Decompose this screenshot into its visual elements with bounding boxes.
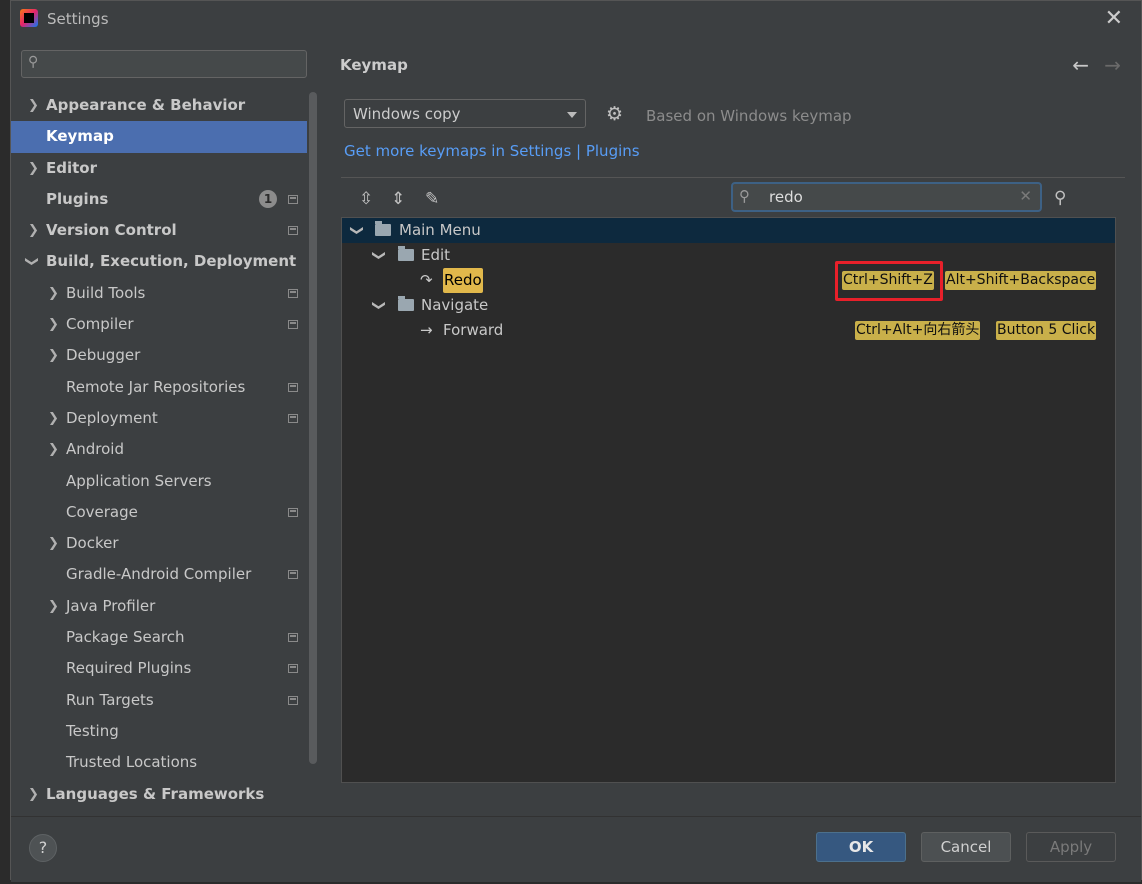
sidebar-item-run-targets[interactable]: Run Targets	[11, 685, 307, 716]
tree-row-edit[interactable]: ❯ Edit	[342, 243, 1115, 268]
chevron-down-icon[interactable]: ❯	[344, 225, 369, 236]
sidebar-item-package-search[interactable]: Package Search	[11, 622, 307, 653]
sidebar-item-compiler[interactable]: ❯ Compiler	[11, 309, 307, 340]
clear-icon[interactable]: ✕	[1019, 187, 1032, 205]
tree-row-redo[interactable]: ↷ Redo Ctrl+Shift+Z Alt+Shift+Backspace	[342, 268, 1115, 293]
settings-sidebar: ⚲ ❯ Appearance & Behavior Keymap ❯ Edito…	[11, 37, 319, 816]
project-level-icon	[288, 382, 298, 392]
sidebar-item-coverage[interactable]: Coverage	[11, 497, 307, 528]
divider	[341, 177, 1125, 178]
folder-icon	[398, 243, 414, 268]
sidebar-item-build-execution-deployment[interactable]: ❯ Build, Execution, Deployment	[11, 246, 307, 277]
get-more-keymaps-link[interactable]: Get more keymaps in Settings | Plugins	[344, 142, 640, 160]
project-level-icon	[288, 194, 298, 204]
dropdown-caret-icon	[567, 112, 577, 118]
project-level-icon	[288, 664, 298, 674]
chevron-right-icon[interactable]: ❯	[28, 153, 39, 184]
shortcut-badge: Button 5 Click	[996, 321, 1097, 340]
chevron-down-icon[interactable]: ❯	[366, 250, 391, 261]
redo-icon: ↷	[420, 271, 433, 289]
gear-icon[interactable]: ⚙	[606, 103, 623, 125]
sidebar-search-input[interactable]: ⚲	[21, 50, 307, 78]
chevron-down-icon[interactable]: ❯	[16, 257, 47, 268]
sidebar-item-required-plugins[interactable]: Required Plugins	[11, 653, 307, 684]
keymap-panel: Keymap ← → Windows copy ⚙ Based on Windo…	[319, 37, 1141, 816]
chevron-right-icon[interactable]: ❯	[48, 309, 59, 340]
based-on-label: Based on Windows keymap	[646, 107, 852, 125]
project-level-icon	[288, 288, 298, 298]
sidebar-item-deployment[interactable]: ❯ Deployment	[11, 403, 307, 434]
window-title: Settings	[47, 10, 109, 28]
tree-row-navigate[interactable]: ❯ Navigate	[342, 293, 1115, 318]
chevron-right-icon[interactable]: ❯	[28, 779, 39, 810]
collapse-all-icon[interactable]: ⇕	[391, 189, 405, 209]
title-bar: Settings ✕	[11, 1, 1141, 37]
folder-icon	[375, 218, 391, 243]
chevron-right-icon[interactable]: ❯	[48, 591, 59, 622]
sidebar-item-editor[interactable]: ❯ Editor	[11, 153, 307, 184]
sidebar-item-plugins[interactable]: Plugins 1	[11, 184, 307, 215]
cancel-button[interactable]: Cancel	[921, 832, 1011, 862]
project-level-icon	[288, 570, 298, 580]
keymap-select[interactable]: Windows copy	[344, 99, 586, 128]
chevron-right-icon[interactable]: ❯	[28, 90, 39, 121]
chevron-down-icon[interactable]: ❯	[366, 300, 391, 311]
sidebar-item-keymap[interactable]: Keymap	[11, 121, 307, 153]
sidebar-item-application-servers[interactable]: Application Servers	[11, 466, 307, 497]
search-icon: ⚲	[28, 54, 39, 70]
chevron-right-icon[interactable]: ❯	[48, 434, 59, 465]
chevron-right-icon[interactable]: ❯	[48, 278, 59, 309]
sidebar-scrollbar[interactable]	[309, 92, 317, 764]
dialog-footer: ? OK Cancel Apply	[11, 816, 1141, 882]
forward-arrow-icon[interactable]: →	[1104, 53, 1121, 77]
tree-row-main-menu[interactable]: ❯ Main Menu	[342, 218, 1115, 243]
sidebar-item-debugger[interactable]: ❯ Debugger	[11, 340, 307, 371]
edit-shortcut-icon[interactable]: ✎	[425, 189, 439, 209]
sidebar-item-version-control[interactable]: ❯ Version Control	[11, 215, 307, 246]
update-count-badge: 1	[259, 189, 277, 208]
chevron-right-icon[interactable]: ❯	[48, 528, 59, 559]
help-button[interactable]: ?	[29, 834, 57, 862]
ok-button[interactable]: OK	[816, 832, 906, 862]
expand-all-icon[interactable]: ⇳	[359, 189, 373, 209]
sidebar-item-testing[interactable]: Testing	[11, 716, 307, 747]
keymap-action-tree: ❯ Main Menu ❯ Edit ↷ Redo Ctrl+Shift+Z A…	[341, 217, 1116, 783]
close-icon[interactable]: ✕	[1105, 6, 1123, 31]
sidebar-item-remote-jar-repositories[interactable]: Remote Jar Repositories	[11, 372, 307, 403]
settings-tree: ❯ Appearance & Behavior Keymap ❯ Editor …	[11, 90, 307, 810]
back-arrow-icon[interactable]: ←	[1072, 53, 1089, 77]
project-level-icon	[288, 633, 298, 643]
project-level-icon	[288, 413, 298, 423]
search-icon: ⚲	[739, 187, 750, 205]
sidebar-item-languages-frameworks[interactable]: ❯ Languages & Frameworks	[11, 779, 307, 810]
project-level-icon	[288, 320, 298, 330]
folder-icon	[398, 293, 414, 318]
project-level-icon	[288, 226, 298, 236]
sidebar-item-trusted-locations[interactable]: Trusted Locations	[11, 747, 307, 778]
shortcut-badge: Alt+Shift+Backspace	[945, 271, 1097, 290]
forward-arrow-icon: →	[420, 321, 433, 339]
find-by-shortcut-icon[interactable]: ⚲	[1054, 188, 1066, 208]
chevron-right-icon[interactable]: ❯	[28, 215, 39, 246]
page-title: Keymap	[340, 56, 408, 74]
sidebar-item-build-tools[interactable]: ❯ Build Tools	[11, 278, 307, 309]
keymap-search-input[interactable]: ⚲ redo ✕	[731, 182, 1042, 212]
sidebar-item-java-profiler[interactable]: ❯ Java Profiler	[11, 591, 307, 622]
sidebar-item-docker[interactable]: ❯ Docker	[11, 528, 307, 559]
chevron-right-icon[interactable]: ❯	[48, 340, 59, 371]
project-level-icon	[288, 507, 298, 517]
shortcut-badge: Ctrl+Alt+向右箭头	[855, 321, 981, 340]
chevron-right-icon[interactable]: ❯	[48, 403, 59, 434]
tree-row-forward[interactable]: → Forward Ctrl+Alt+向右箭头 Button 5 Click	[342, 318, 1115, 343]
apply-button[interactable]: Apply	[1026, 832, 1116, 862]
intellij-app-icon	[20, 9, 38, 27]
sidebar-item-appearance-behavior[interactable]: ❯ Appearance & Behavior	[11, 90, 307, 121]
annotation-highlight-box	[835, 261, 943, 301]
sidebar-item-gradle-android-compiler[interactable]: Gradle-Android Compiler	[11, 559, 307, 590]
settings-dialog: Settings ✕ ⚲ ❯ Appearance & Behavior Key…	[10, 0, 1142, 882]
project-level-icon	[288, 695, 298, 705]
sidebar-item-android[interactable]: ❯ Android	[11, 434, 307, 465]
